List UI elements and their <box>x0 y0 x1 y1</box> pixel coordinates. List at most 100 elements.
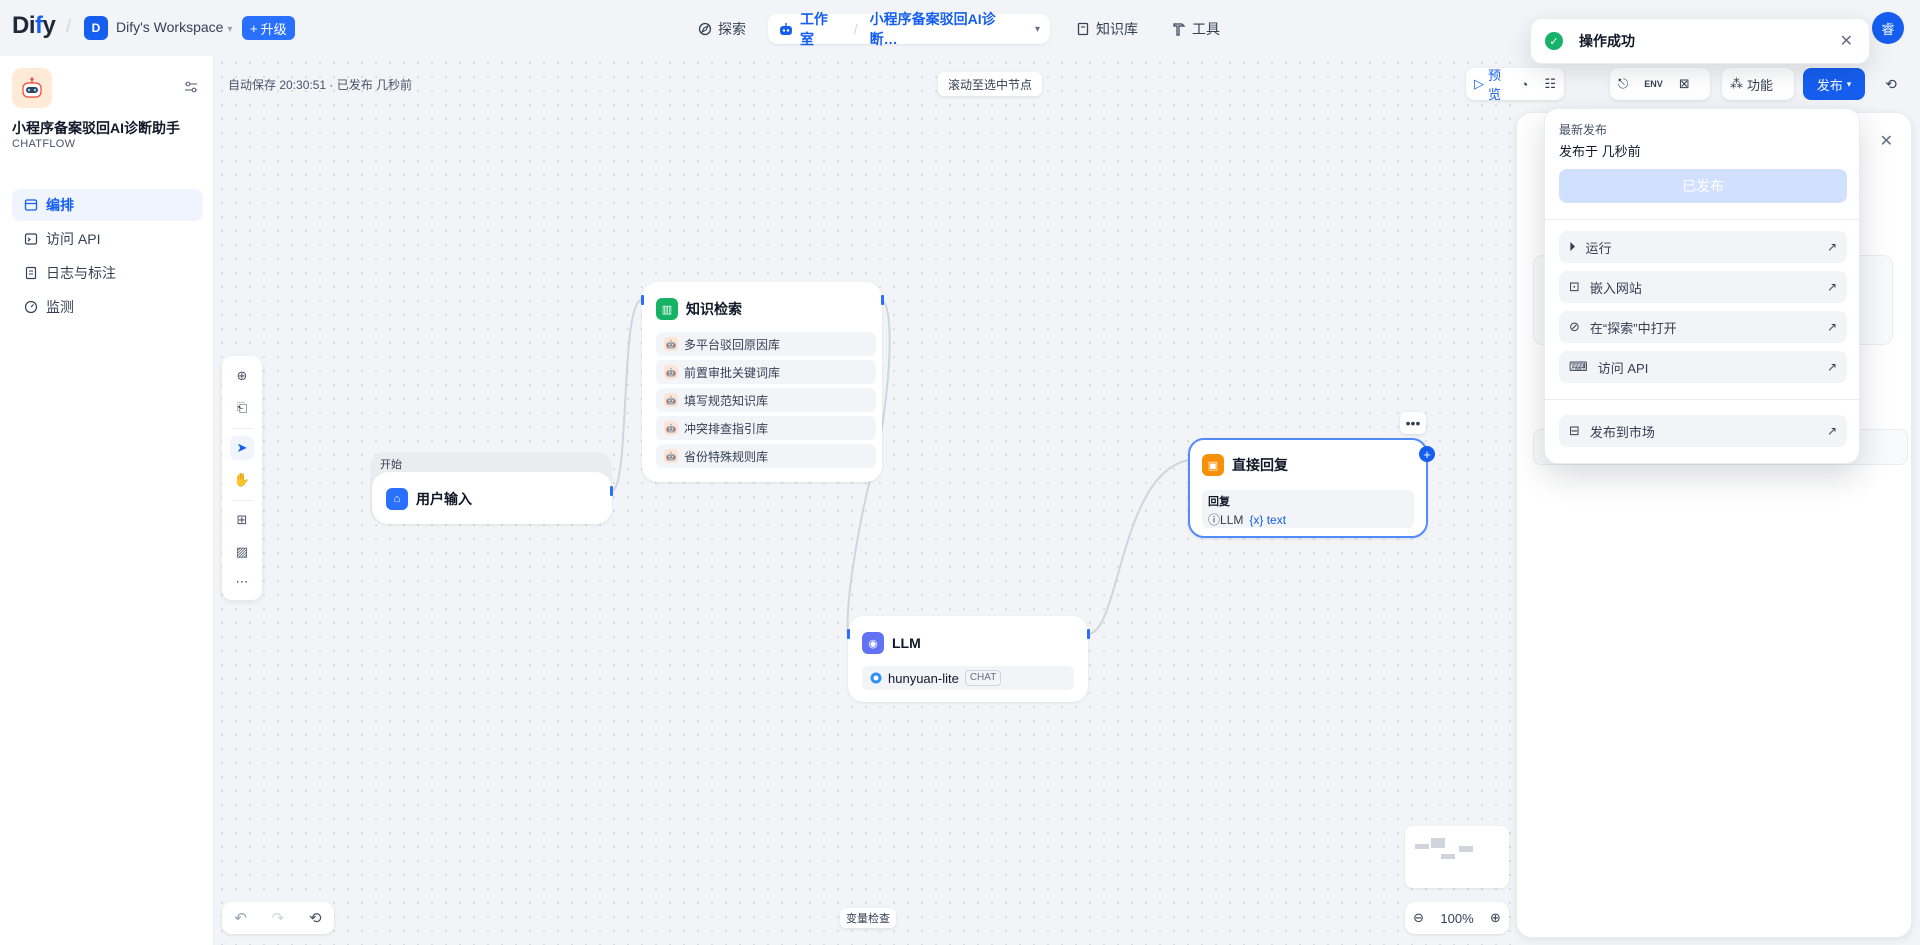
menu-item-label: 在“探索”中打开 <box>1589 320 1677 336</box>
answer-content: 回复 ⓘLLM {x} text <box>1202 490 1414 528</box>
run-history-icon[interactable]: ◔ <box>1512 68 1536 100</box>
more-icon[interactable]: ⋯ <box>230 570 254 594</box>
answer-node[interactable]: ▣ 直接回复 回复 ⓘLLM {x} text <box>1188 438 1428 538</box>
history-icon[interactable]: ⟲ <box>1876 68 1906 100</box>
minimap-node <box>1459 846 1473 852</box>
features-button-content: ⁂ 功能 <box>1722 68 1781 100</box>
play-icon: ⏵ <box>1569 239 1576 254</box>
play-icon: ▷ <box>1474 76 1484 91</box>
knowledge-input-handle[interactable] <box>641 295 644 305</box>
pointer-icon[interactable]: ➤ <box>230 436 254 460</box>
llm-node[interactable]: ◉ LLM hunyuan-lite CHAT <box>848 616 1088 702</box>
close-icon[interactable]: ✕ <box>1840 31 1853 51</box>
zoom-out-icon[interactable]: ⊖ <box>1413 910 1424 926</box>
divider <box>1545 219 1861 220</box>
embed-website-item[interactable]: ⊡ 嵌入网站 ↗ <box>1559 271 1847 303</box>
marketplace-icon: ⊟ <box>1569 423 1580 438</box>
divider <box>1545 399 1861 400</box>
embed-icon: ⊡ <box>1569 279 1580 294</box>
start-node[interactable]: ⌂ 用户输入 <box>372 472 612 524</box>
published-button[interactable]: 已发布 <box>1559 169 1847 203</box>
run-app-item[interactable]: ⏵ 运行 ↗ <box>1559 231 1847 263</box>
node-more-button[interactable]: ••• <box>1400 412 1426 434</box>
features-button[interactable]: ⁂ 功能 <box>1722 68 1794 100</box>
version-history-icon[interactable]: ⟲ <box>309 909 322 927</box>
variables-group: ⎋ ENV ⊠ <box>1610 68 1710 100</box>
preview-button[interactable]: ▷ 预览 <box>1466 68 1512 102</box>
organize-icon[interactable]: ⊞ <box>230 508 254 532</box>
zoom-level[interactable]: 100% <box>1440 911 1473 926</box>
start-output-handle[interactable] <box>610 486 613 496</box>
divider <box>232 500 252 501</box>
dataset-item: 🤖 填写规范知识库 <box>656 388 876 412</box>
zoom-in-icon[interactable]: ⊕ <box>1490 910 1501 926</box>
model-mode-badge: CHAT <box>964 670 1002 686</box>
canvas-toolbox: ⊕ ⎗ ➤ ✋ ⊞ ▨ ⋯ <box>222 356 262 600</box>
chevron-down-icon: ▾ <box>1846 78 1852 89</box>
menu-item-label: 发布到市场 <box>1589 424 1655 440</box>
start-node-title: 用户输入 <box>416 491 472 507</box>
knowledge-output-handle[interactable] <box>881 295 884 305</box>
hunyuan-logo-icon <box>870 672 882 684</box>
external-link-icon: ↗ <box>1826 320 1837 334</box>
preview-label: 预览 <box>1488 68 1502 102</box>
dataset-name: 多平台驳回原因库 <box>684 337 781 352</box>
llm-output-handle[interactable] <box>1087 629 1090 639</box>
access-api-item[interactable]: ⌨ 访问 API ↗ <box>1559 351 1847 383</box>
start-node-header: 开始 <box>380 459 402 471</box>
user-avatar[interactable]: 睿 <box>1872 12 1904 44</box>
terminal-icon: ⌨ <box>1569 359 1588 374</box>
conversation-variables-icon[interactable]: ⎋ <box>1610 68 1636 100</box>
zoom-controls: ⊖ 100% ⊕ <box>1405 902 1509 934</box>
variable-check-button[interactable]: 变量检查 <box>840 908 896 928</box>
node-title: ⌂ 用户输入 <box>386 488 472 510</box>
add-note-icon[interactable]: ⎗ <box>230 396 254 420</box>
dataset-icon: 🤖 <box>664 337 678 351</box>
undo-icon[interactable]: ↶ <box>234 909 247 927</box>
global-variables-icon[interactable]: ⊠ <box>1671 68 1698 100</box>
book-open-icon: ▥ <box>656 298 678 320</box>
model-name: hunyuan-lite <box>888 670 959 686</box>
dataset-icon: 🤖 <box>664 393 678 407</box>
checklist-icon[interactable]: ☷ <box>1536 68 1564 100</box>
export-image-icon[interactable]: ▨ <box>230 540 254 564</box>
publish-to-marketplace-item[interactable]: ⊟ 发布到市场 ↗ <box>1559 415 1847 447</box>
external-link-icon: ↗ <box>1826 360 1837 374</box>
dataset-name: 省份特殊规则库 <box>684 449 769 464</box>
success-toast: ✓ 操作成功 ✕ <box>1530 18 1870 64</box>
minimap-node <box>1431 838 1445 848</box>
add-node-icon[interactable]: ⊕ <box>230 364 254 388</box>
dataset-icon: 🤖 <box>664 365 678 379</box>
check-circle-icon: ✓ <box>1545 32 1563 50</box>
answer-field-label: 回复 <box>1208 496 1230 508</box>
dataset-name: 冲突排查指引库 <box>684 421 769 436</box>
open-in-explore-item[interactable]: ⊘ 在“探索”中打开 ↗ <box>1559 311 1847 343</box>
published-time: 发布于 几秒前 <box>1559 144 1641 159</box>
external-link-icon: ↗ <box>1826 424 1837 438</box>
llm-source-token: ⓘLLM <box>1208 513 1244 527</box>
preview-group: ▷ 预览 ◔ ☷ <box>1466 68 1564 102</box>
publish-label: 发布 <box>1816 77 1843 93</box>
redo-icon[interactable]: ↷ <box>272 909 285 927</box>
llm-input-handle[interactable] <box>847 629 850 639</box>
knowledge-retrieval-node[interactable]: ▥ 知识检索 🤖 多平台驳回原因库 🤖 前置审批关键词库 🤖 填写规范知识库 🤖 冲突排… <box>642 282 882 482</box>
close-icon[interactable]: ✕ <box>1880 131 1893 151</box>
env-variables-icon[interactable]: ENV <box>1636 68 1671 100</box>
latest-publish-label: 最新发布 <box>1559 123 1608 137</box>
node-title: ▣ 直接回复 <box>1202 454 1288 476</box>
llm-node-title: LLM <box>892 635 921 651</box>
external-link-icon: ↗ <box>1826 240 1837 254</box>
publish-button[interactable]: 发布 ▾ <box>1803 68 1865 100</box>
hand-icon[interactable]: ✋ <box>230 468 254 492</box>
menu-item-label: 嵌入网站 <box>1589 280 1642 296</box>
toast-message: 操作成功 <box>1579 33 1635 49</box>
publish-dropdown: 最新发布 发布于 几秒前 已发布 ⏵ 运行 ↗ ⊡ 嵌入网站 ↗ ⊘ 在“探索”… <box>1544 108 1861 464</box>
minimap[interactable] <box>1405 826 1509 888</box>
minimap-node <box>1415 844 1429 849</box>
source-label: LLM <box>1220 513 1244 527</box>
add-next-node-button[interactable]: + <box>1419 446 1435 462</box>
dataset-name: 填写规范知识库 <box>684 393 769 408</box>
minimap-node <box>1441 854 1455 859</box>
features-label: 功能 <box>1747 77 1774 93</box>
model-selector[interactable]: hunyuan-lite CHAT <box>862 666 1074 690</box>
